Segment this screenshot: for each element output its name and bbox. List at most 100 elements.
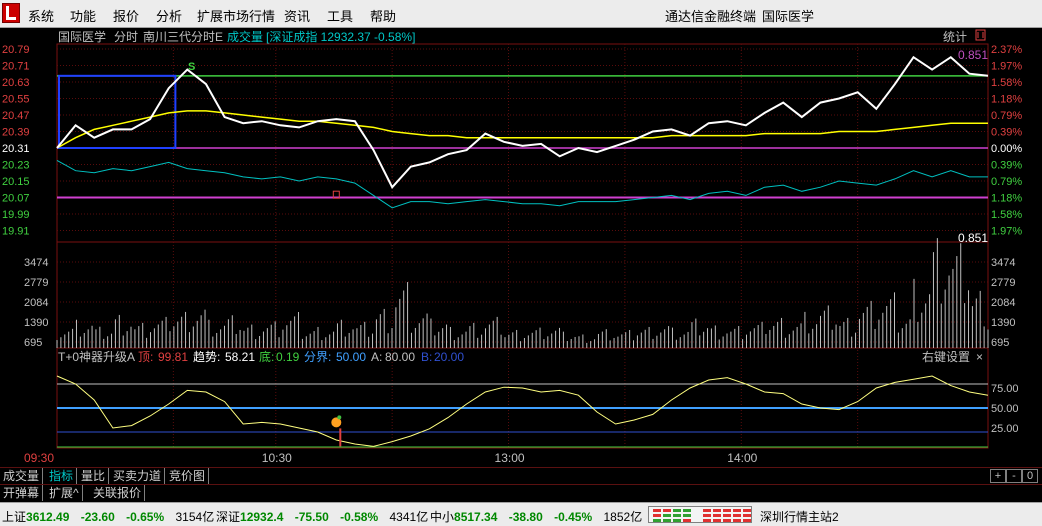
- app-logo-icon: [2, 3, 20, 23]
- menu-news[interactable]: 资讯: [284, 6, 310, 25]
- menu-analysis[interactable]: 分析: [156, 6, 182, 25]
- price-line: [56, 55, 989, 189]
- stats-label[interactable]: 统计: [943, 30, 967, 44]
- ind-a-value: 80.00: [385, 350, 415, 364]
- breadth-block: [723, 514, 731, 517]
- tab-auction-chart[interactable]: 竞价图: [166, 468, 210, 484]
- time-tick-label: 10:30: [262, 451, 292, 465]
- volume-tick-label: 695: [24, 337, 42, 349]
- oscillator-line: [56, 375, 989, 447]
- price-tick-label: 20.23: [2, 160, 30, 172]
- header-mode: 分时: [114, 30, 138, 44]
- time-tick-label: 14:00: [727, 451, 757, 465]
- zero-button[interactable]: 0: [1022, 469, 1038, 483]
- breadth-block: [743, 519, 751, 522]
- sz-label: 深证: [216, 510, 241, 524]
- chart-area[interactable]: 20.79 2.37% 20.71 1.97% 20.63 1.58% 20.55 1.18%…: [0, 28, 1042, 466]
- breadth-block: [703, 514, 711, 517]
- breadth-block: [673, 509, 681, 512]
- close-icon[interactable]: ×: [976, 350, 983, 364]
- tab-volume-ratio[interactable]: 量比: [78, 468, 110, 484]
- plus-button[interactable]: +: [990, 469, 1006, 483]
- tab-related-quote[interactable]: 关联报价: [90, 485, 146, 501]
- breadth-block: [703, 509, 711, 512]
- breadth-block: [663, 514, 671, 517]
- server-name[interactable]: 深圳行情主站2: [760, 508, 839, 525]
- volume-tick-label-right: 2084: [991, 297, 1015, 309]
- zx-value: 8517.34: [454, 510, 498, 524]
- tab-open-barrage[interactable]: 开弹幕: [0, 485, 44, 501]
- breadth-block: [713, 519, 721, 522]
- menu-help[interactable]: 帮助: [370, 6, 396, 25]
- ind-b-label: B:: [421, 350, 432, 364]
- menu-extended-market[interactable]: 扩展市场行情: [197, 6, 275, 25]
- pct-tick-label: 0.39%: [991, 127, 1022, 139]
- pct-tick-label: 2.37%: [991, 44, 1022, 56]
- price-tick-label: 20.07: [2, 193, 30, 205]
- tab-indicator[interactable]: 指标: [46, 468, 78, 484]
- tab-extend[interactable]: 扩展^: [46, 485, 83, 501]
- zx-change: -38.80: [508, 510, 543, 524]
- menu-quote[interactable]: 报价: [113, 6, 139, 25]
- header-indicator: 南川三代分时E: [143, 29, 223, 44]
- ind-trend-value: 58.21: [225, 350, 255, 364]
- zx-index[interactable]: 中小8517.34 -38.80 -0.45% 1852亿: [430, 508, 642, 525]
- breadth-block: [693, 509, 701, 512]
- pct-tick-label: 1.97%: [991, 61, 1022, 73]
- volume-tick-label: 2779: [24, 277, 48, 289]
- settings-label[interactable]: 右键设置: [922, 349, 970, 364]
- time-tick-label: 09:30: [24, 451, 54, 465]
- oscillator-tick-label: 75.00: [991, 383, 1019, 395]
- window-stock-name: 国际医学: [762, 9, 815, 24]
- menu-function[interactable]: 功能: [70, 6, 96, 25]
- ind-trend-label: 趋势:: [193, 350, 220, 364]
- intraday-chart[interactable]: 20.79 2.37% 20.71 1.97% 20.63 1.58% 20.55 1.18%…: [0, 28, 1042, 466]
- app-title: 通达信金融终端: [665, 9, 757, 24]
- zx-pct: -0.45%: [554, 510, 593, 524]
- breadth-block: [733, 514, 741, 517]
- price-tick-label: 20.31: [2, 143, 30, 155]
- oscillator-tick-label: 25.00: [991, 423, 1019, 435]
- breadth-block: [683, 509, 691, 512]
- restore-icon[interactable]: [975, 29, 986, 41]
- sz-amount: 4341亿: [389, 510, 429, 524]
- volume-tick-label: 1390: [24, 317, 48, 329]
- zx-amount: 1852亿: [603, 510, 643, 524]
- breadth-block: [743, 514, 751, 517]
- pct-tick-label: 1.97%: [991, 226, 1022, 238]
- ind-b-value: 20.00: [434, 350, 464, 364]
- sell-marker-icon: S: [188, 61, 195, 73]
- bottom-tabs-row2: 开弹幕 扩展^ 关联报价: [0, 484, 1042, 501]
- indicator-name[interactable]: T+0神器升级A: [58, 350, 135, 364]
- breadth-block: [713, 509, 721, 512]
- price-tick-label: 19.99: [2, 209, 30, 221]
- volume-tick-label-right: 3474: [991, 257, 1015, 269]
- sh-change: -23.60: [80, 510, 115, 524]
- tab-volume[interactable]: 成交量: [0, 468, 44, 484]
- price-tick-label: 20.79: [2, 44, 30, 56]
- sh-index[interactable]: 上证3612.49 -23.60 -0.65% 3154亿: [2, 508, 214, 525]
- breadth-block: [653, 519, 661, 522]
- ind-a-label: A:: [371, 350, 382, 364]
- menu-tools[interactable]: 工具: [327, 6, 353, 25]
- time-tick-label: 13:00: [495, 451, 525, 465]
- sz-pct: -0.58%: [340, 510, 379, 524]
- breadth-block: [743, 509, 751, 512]
- zx-label: 中小: [430, 510, 455, 524]
- volume-tick-label: 3474: [24, 257, 48, 269]
- average-price-line: [56, 110, 988, 149]
- tab-buy-sell-power[interactable]: 买卖力道: [110, 468, 166, 484]
- cyan-series-line: [56, 159, 988, 209]
- sz-index[interactable]: 深证12932.4 -75.50 -0.58% 4341亿: [216, 508, 428, 525]
- header-volume-label: 成交量: [227, 29, 263, 44]
- breadth-block: [703, 519, 711, 522]
- pct-tick-label: 1.18%: [991, 94, 1022, 106]
- status-bar: 上证3612.49 -23.60 -0.65% 3154亿 深证12932.4 …: [0, 502, 1042, 526]
- menu-system[interactable]: 系统: [28, 6, 54, 25]
- sz-change: -75.50: [294, 510, 329, 524]
- minus-button[interactable]: -: [1006, 469, 1022, 483]
- ind-bottom-label: 底:: [259, 349, 274, 364]
- breadth-block: [673, 519, 681, 522]
- pct-tick-label: 1.58%: [991, 77, 1022, 89]
- market-breadth-icon: [648, 506, 752, 523]
